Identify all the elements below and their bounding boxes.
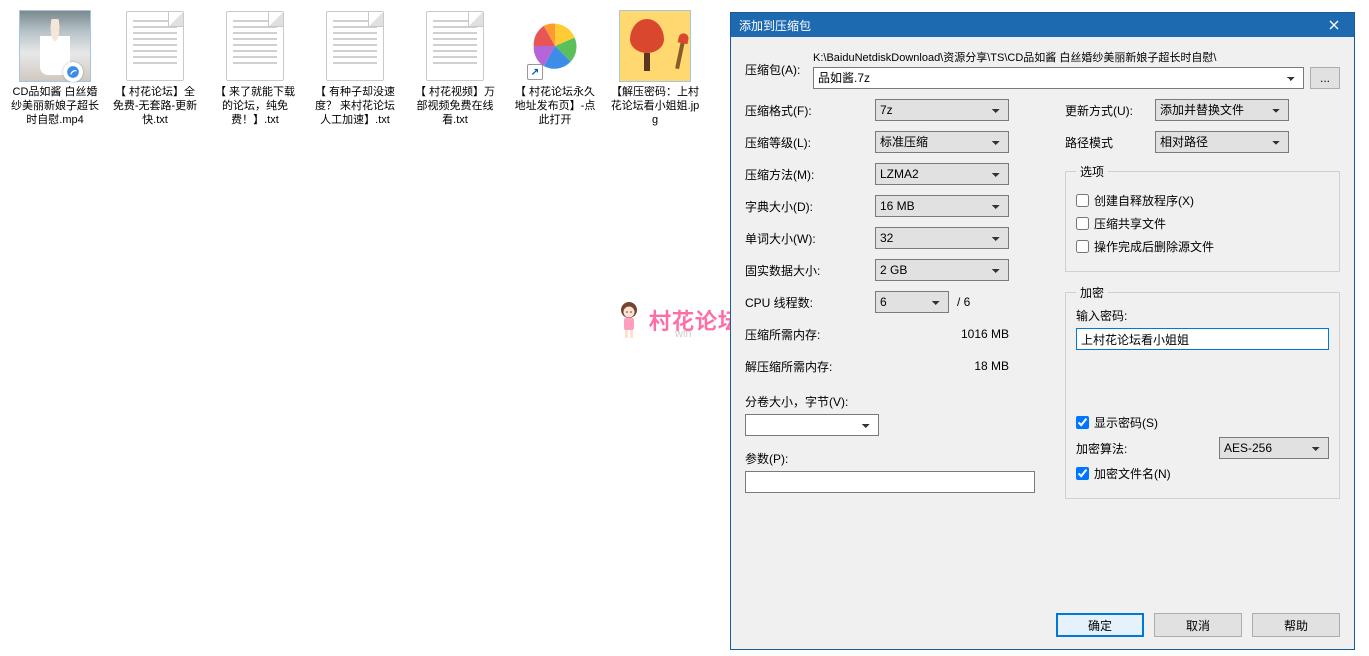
shortcut-arrow-icon: ↗	[527, 64, 543, 80]
archive-name-input[interactable]: 品如酱.7z	[813, 67, 1304, 89]
decompress-mem-label: 解压缩所需内存:	[745, 358, 875, 375]
level-select[interactable]: 标准压缩	[875, 131, 1009, 153]
app-badge-icon	[63, 62, 83, 82]
opt-shared-checkbox[interactable]	[1076, 217, 1089, 230]
opt-sfx-row[interactable]: 创建自释放程序(X)	[1076, 192, 1329, 209]
file-label: 【 村花论坛永久地址发布页】-点此打开	[510, 86, 600, 127]
enc-method-label: 加密算法:	[1076, 440, 1150, 457]
encrypt-legend: 加密	[1076, 284, 1108, 301]
file-label: 【 村花视频】万部视频免费在线看.txt	[410, 86, 500, 127]
text-doc	[419, 10, 491, 82]
update-select[interactable]: 添加并替换文件	[1155, 99, 1289, 121]
file-label: CD品如酱 白丝婚纱美丽新娘子超长时自慰.mp4	[10, 86, 100, 127]
opt-delete-checkbox[interactable]	[1076, 240, 1089, 253]
params-input[interactable]	[745, 471, 1035, 493]
close-icon	[1329, 20, 1339, 30]
show-password-checkbox[interactable]	[1076, 416, 1089, 429]
method-select[interactable]: LZMA2	[875, 163, 1009, 185]
word-label: 单词大小(W):	[745, 230, 875, 247]
password-input[interactable]	[1076, 328, 1329, 350]
opt-sfx-checkbox[interactable]	[1076, 194, 1089, 207]
watermark-text: 村花论坛	[649, 304, 741, 336]
file-item[interactable]: 【 村花视频】万部视频免费在线看.txt	[410, 10, 500, 127]
encrypt-fieldset: 加密 输入密码: 显示密码(S) 加密算法: AES-256 加密文件名(N)	[1065, 284, 1340, 499]
help-button[interactable]: 帮助	[1252, 613, 1340, 637]
encrypt-names-row[interactable]: 加密文件名(N)	[1076, 465, 1329, 482]
dict-label: 字典大小(D):	[745, 198, 875, 215]
dialog-titlebar: 添加到压缩包	[731, 13, 1354, 37]
browse-button[interactable]: ...	[1310, 67, 1340, 89]
cpu-label: CPU 线程数:	[745, 294, 875, 311]
solid-label: 固实数据大小:	[745, 262, 875, 279]
params-label: 参数(P):	[745, 450, 1035, 467]
file-item[interactable]: CD品如酱 白丝婚纱美丽新娘子超长时自慰.mp4	[10, 10, 100, 127]
text-doc	[219, 10, 291, 82]
level-label: 压缩等级(L):	[745, 134, 875, 151]
file-label: 【 村花论坛】全免费-无套路-更新快.txt	[110, 86, 200, 127]
ok-button[interactable]: 确定	[1056, 613, 1144, 637]
solid-select[interactable]: 2 GB	[875, 259, 1009, 281]
format-select[interactable]: 7z	[875, 99, 1009, 121]
watermark: 村花论坛 win	[615, 300, 741, 340]
watermark-sub: win	[675, 328, 692, 340]
pinwheel: ↗	[519, 10, 591, 82]
pathmode-select[interactable]: 相对路径	[1155, 131, 1289, 153]
close-button[interactable]	[1314, 13, 1354, 37]
encrypt-names-checkbox[interactable]	[1076, 467, 1089, 480]
word-select[interactable]: 32	[875, 227, 1009, 249]
file-item[interactable]: 【 村花论坛】全免费-无套路-更新快.txt	[110, 10, 200, 127]
file-item[interactable]: 【解压密码：上村花论坛看小姐姐.jpg	[610, 10, 700, 127]
compress-mem-value: 1016 MB	[875, 327, 1009, 341]
file-item[interactable]: 【 有种子却没速度？ 来村花论坛人工加速】.txt	[310, 10, 400, 127]
dialog-title-text: 添加到压缩包	[739, 17, 811, 34]
doll-icon	[615, 300, 643, 340]
opt-shared-row[interactable]: 压缩共享文件	[1076, 215, 1329, 232]
split-label: 分卷大小，字节(V):	[745, 393, 1035, 410]
desktop-area: CD品如酱 白丝婚纱美丽新娘子超长时自慰.mp4【 村花论坛】全免费-无套路-更…	[0, 0, 730, 137]
file-item[interactable]: 【 来了就能下载的论坛，纯免费！】.txt	[210, 10, 300, 127]
file-label: 【 有种子却没速度？ 来村花论坛人工加速】.txt	[310, 86, 400, 127]
file-label: 【解压密码：上村花论坛看小姐姐.jpg	[610, 86, 700, 127]
photo-thumb	[19, 10, 91, 82]
text-doc	[119, 10, 191, 82]
options-fieldset: 选项 创建自释放程序(X) 压缩共享文件 操作完成后删除源文件	[1065, 163, 1340, 272]
archive-label: 压缩包(A):	[745, 61, 813, 78]
dict-select[interactable]: 16 MB	[875, 195, 1009, 217]
enc-method-select[interactable]: AES-256	[1219, 437, 1329, 459]
method-label: 压缩方法(M):	[745, 166, 875, 183]
cpu-select[interactable]: 6	[875, 291, 949, 313]
cancel-button[interactable]: 取消	[1154, 613, 1242, 637]
text-doc	[319, 10, 391, 82]
file-item[interactable]: ↗ 【 村花论坛永久地址发布页】-点此打开	[510, 10, 600, 127]
options-legend: 选项	[1076, 163, 1108, 180]
paint-thumb	[619, 10, 691, 82]
password-label: 输入密码:	[1076, 307, 1329, 324]
opt-delete-row[interactable]: 操作完成后删除源文件	[1076, 238, 1329, 255]
pathmode-label: 路径模式	[1065, 134, 1155, 151]
archive-path-text: K:\BaiduNetdiskDownload\资源分享\TS\CD品如酱 白丝…	[813, 49, 1340, 65]
show-password-row[interactable]: 显示密码(S)	[1076, 414, 1329, 431]
split-select[interactable]	[745, 414, 879, 436]
compress-mem-label: 压缩所需内存:	[745, 326, 875, 343]
cpu-max: / 6	[957, 295, 970, 309]
compress-dialog: 添加到压缩包 压缩包(A): K:\BaiduNetdiskDownload\资…	[730, 12, 1355, 650]
format-label: 压缩格式(F):	[745, 102, 875, 119]
update-label: 更新方式(U):	[1065, 102, 1155, 119]
file-label: 【 来了就能下载的论坛，纯免费！】.txt	[210, 86, 300, 127]
decompress-mem-value: 18 MB	[875, 359, 1009, 373]
